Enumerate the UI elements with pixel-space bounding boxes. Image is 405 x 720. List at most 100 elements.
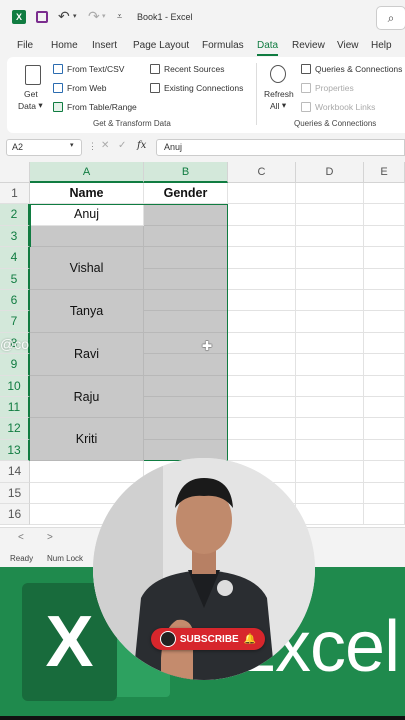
- row-header-2[interactable]: 2: [0, 204, 30, 226]
- cell-b4[interactable]: [144, 247, 228, 269]
- redo-dropdown-icon[interactable]: ▾: [102, 12, 106, 20]
- cell-d10[interactable]: [296, 375, 364, 397]
- cell-c4[interactable]: [228, 247, 296, 269]
- cell-b7[interactable]: [144, 311, 228, 333]
- cell-d16[interactable]: [296, 504, 364, 526]
- tab-help[interactable]: Help: [371, 40, 392, 51]
- cell-e5[interactable]: [364, 268, 405, 290]
- row-header-14[interactable]: 14: [0, 461, 30, 483]
- cell-d1[interactable]: [296, 183, 364, 205]
- cancel-icon[interactable]: ✕: [101, 140, 109, 151]
- cell-c9[interactable]: [228, 354, 296, 376]
- get-data-dropdown[interactable]: Data ▾: [18, 100, 43, 111]
- row-header-3[interactable]: 3: [0, 225, 30, 248]
- cell-a8[interactable]: Ravi: [30, 332, 144, 376]
- tab-page-layout[interactable]: Page Layout: [133, 40, 189, 51]
- cell-a10[interactable]: Raju: [30, 375, 144, 419]
- row-header-12[interactable]: 12: [0, 418, 30, 440]
- cell-a3[interactable]: [30, 225, 144, 248]
- cell-e1[interactable]: [364, 183, 405, 205]
- cell-d6[interactable]: [296, 290, 364, 312]
- refresh-all-button[interactable]: Refresh: [264, 89, 294, 99]
- cell-a1[interactable]: Name: [30, 183, 144, 205]
- from-text-csv-button[interactable]: From Text/CSV: [53, 64, 124, 74]
- queries-connections-button[interactable]: Queries & Connections: [301, 64, 402, 74]
- cell-d4[interactable]: [296, 247, 364, 269]
- cell-e4[interactable]: [364, 247, 405, 269]
- cell-a14[interactable]: [30, 461, 144, 483]
- column-header-b[interactable]: B: [144, 162, 228, 183]
- row-header-5[interactable]: 5: [0, 268, 30, 290]
- row-header-9[interactable]: 9: [0, 354, 30, 376]
- cell-e15[interactable]: [364, 482, 405, 504]
- cell-b2[interactable]: [144, 204, 228, 226]
- cell-c1[interactable]: [228, 183, 296, 205]
- cell-e14[interactable]: [364, 461, 405, 483]
- tab-review[interactable]: Review: [292, 40, 325, 51]
- cell-d8[interactable]: [296, 332, 364, 355]
- refresh-all-dropdown[interactable]: All ▾: [270, 100, 286, 111]
- row-header-7[interactable]: 7: [0, 311, 30, 333]
- cell-d14[interactable]: [296, 461, 364, 483]
- cell-e13[interactable]: [364, 439, 405, 462]
- tab-formulas[interactable]: Formulas: [202, 40, 244, 51]
- cell-b10[interactable]: [144, 375, 228, 397]
- cell-d5[interactable]: [296, 268, 364, 290]
- tab-insert[interactable]: Insert: [92, 40, 117, 51]
- column-header-a[interactable]: A: [30, 162, 144, 183]
- cell-c3[interactable]: [228, 225, 296, 248]
- cell-a6[interactable]: Tanya: [30, 290, 144, 333]
- bell-icon[interactable]: 🔔: [244, 634, 256, 645]
- column-header-c[interactable]: C: [228, 162, 296, 183]
- cell-a2[interactable]: Anuj: [30, 204, 144, 226]
- cell-c7[interactable]: [228, 311, 296, 333]
- from-web-button[interactable]: From Web: [53, 83, 107, 93]
- cell-e3[interactable]: [364, 225, 405, 248]
- cell-c11[interactable]: [228, 397, 296, 419]
- cell-e8[interactable]: [364, 332, 405, 355]
- cell-c5[interactable]: [228, 268, 296, 290]
- cell-b8[interactable]: [144, 332, 228, 355]
- select-all-corner[interactable]: [0, 162, 30, 183]
- tab-file[interactable]: File: [17, 40, 33, 51]
- row-header-4[interactable]: 4: [0, 247, 30, 269]
- column-header-e[interactable]: E: [364, 162, 405, 183]
- cell-c13[interactable]: [228, 439, 296, 462]
- cell-e7[interactable]: [364, 311, 405, 333]
- cell-c8[interactable]: [228, 332, 296, 355]
- cell-d2[interactable]: [296, 204, 364, 226]
- recent-sources-button[interactable]: Recent Sources: [150, 64, 224, 74]
- search-icon[interactable]: ⌕: [376, 6, 405, 30]
- cell-b9[interactable]: [144, 354, 228, 376]
- cell-d3[interactable]: [296, 225, 364, 248]
- sheet-prev-icon[interactable]: <: [18, 532, 24, 543]
- cell-b3[interactable]: [144, 225, 228, 248]
- cell-b5[interactable]: [144, 268, 228, 290]
- tab-view[interactable]: View: [337, 40, 359, 51]
- cell-d9[interactable]: [296, 354, 364, 376]
- enter-icon[interactable]: ✓: [118, 140, 126, 151]
- cell-c12[interactable]: [228, 418, 296, 440]
- row-header-16[interactable]: 16: [0, 504, 30, 526]
- insert-function-icon[interactable]: fx: [137, 140, 146, 151]
- existing-connections-button[interactable]: Existing Connections: [150, 83, 243, 93]
- undo-icon[interactable]: ↶: [58, 8, 70, 25]
- cell-e9[interactable]: [364, 354, 405, 376]
- from-table-range-button[interactable]: From Table/Range: [53, 102, 137, 112]
- get-data-button[interactable]: Get: [24, 89, 38, 99]
- cell-b1[interactable]: Gender: [144, 183, 228, 205]
- row-header-10[interactable]: 10: [0, 375, 30, 397]
- cell-d12[interactable]: [296, 418, 364, 440]
- row-header-13[interactable]: 13: [0, 439, 30, 462]
- cell-e11[interactable]: [364, 397, 405, 419]
- cell-e12[interactable]: [364, 418, 405, 440]
- cell-c10[interactable]: [228, 375, 296, 397]
- name-box-dropdown-icon[interactable]: ▾: [70, 141, 74, 149]
- sheet-next-icon[interactable]: >: [47, 532, 53, 543]
- cell-d15[interactable]: [296, 482, 364, 504]
- row-header-15[interactable]: 15: [0, 482, 30, 504]
- cell-d11[interactable]: [296, 397, 364, 419]
- cell-b6[interactable]: [144, 290, 228, 312]
- tab-home[interactable]: Home: [51, 40, 78, 51]
- column-header-d[interactable]: D: [296, 162, 364, 183]
